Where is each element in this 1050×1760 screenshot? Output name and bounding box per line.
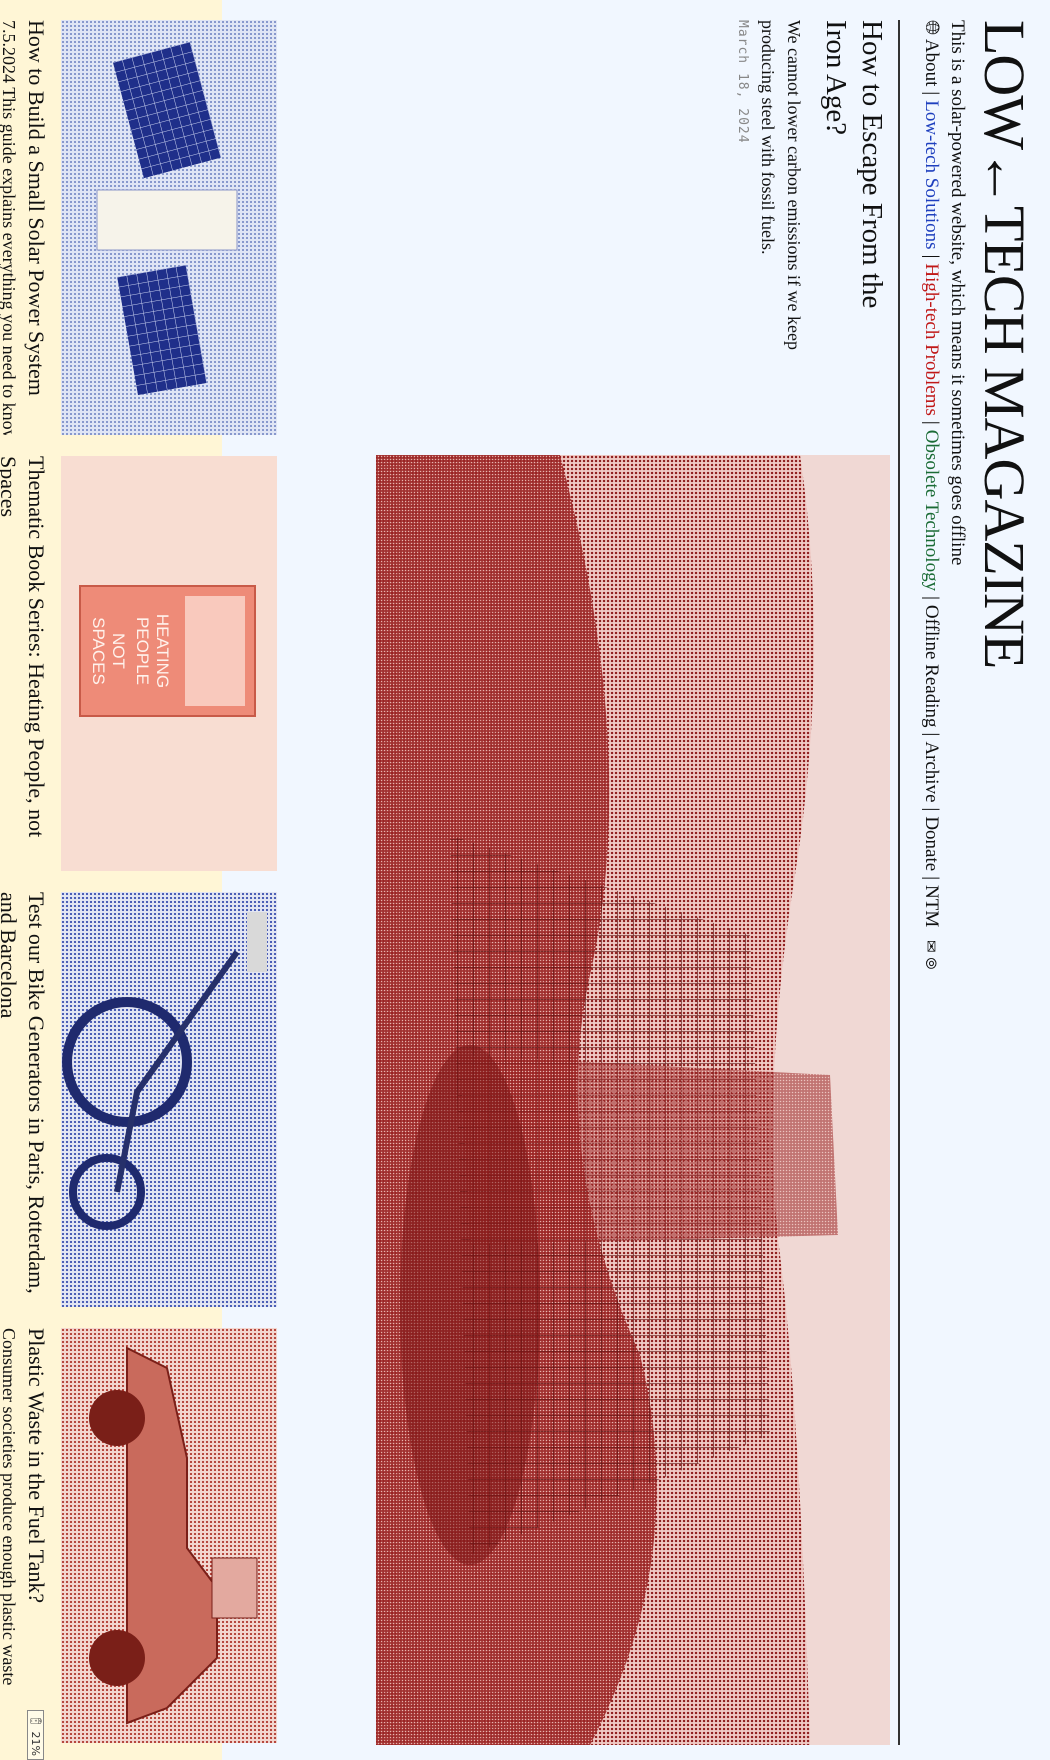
card-image-bike-generator[interactable] bbox=[61, 892, 277, 1307]
header-divider bbox=[898, 20, 900, 1745]
card-summary-plastic-waste: Consumer societies produce enough plasti… bbox=[0, 1328, 19, 1686]
battery-level-label: 21% bbox=[29, 1731, 42, 1756]
card-title-solar-system[interactable]: How to Build a Small Solar Power System bbox=[22, 20, 50, 435]
nav-archive[interactable]: Archive bbox=[921, 741, 942, 802]
card-image-plastic-fuel-car[interactable] bbox=[61, 1328, 277, 1743]
nav-donate[interactable]: Donate bbox=[921, 816, 942, 871]
nav-ntm[interactable]: NTM bbox=[921, 885, 942, 927]
site-nav: 🌐︎ About|Low-tech Solutions|High-tech Pr… bbox=[921, 20, 942, 970]
dithered-vintage-car-photo bbox=[61, 1328, 277, 1743]
nav-obsolete-technology[interactable]: Obsolete Technology bbox=[921, 430, 942, 591]
card-title-plastic-waste[interactable]: Plastic Waste in the Fuel Tank? bbox=[22, 1328, 50, 1743]
feature-article-date: March 18, 2024 bbox=[735, 20, 750, 144]
book-cover-illustration: HEATING PEOPLE NOT SPACES bbox=[61, 456, 277, 871]
svg-text:NOT: NOT bbox=[109, 633, 128, 669]
nav-low-tech-solutions[interactable]: Low-tech Solutions bbox=[921, 100, 942, 249]
dithered-bike-generator-photo bbox=[61, 892, 277, 1307]
feature-article-title[interactable]: How to Escape From the Iron Age? bbox=[818, 20, 890, 360]
nav-about[interactable]: About bbox=[921, 39, 942, 87]
card-summary-text: This guide explains everything you need … bbox=[0, 87, 19, 435]
site-tagline: This is a solar-powered website, which m… bbox=[947, 20, 968, 566]
card-image-solar-panels[interactable] bbox=[61, 20, 277, 435]
feature-article-image[interactable] bbox=[376, 455, 890, 1745]
rss-icon[interactable]: ⦾ bbox=[922, 957, 938, 969]
svg-text:PEOPLE: PEOPLE bbox=[133, 617, 152, 685]
card-summary-solar-system: 7.5.2024 This guide explains everything … bbox=[0, 20, 20, 435]
site-title[interactable]: LOW←TECH MAGAZINE bbox=[972, 20, 1037, 668]
svg-text:HEATING: HEATING bbox=[153, 614, 172, 688]
feature-article-summary: We cannot lower carbon emissions if we k… bbox=[758, 20, 804, 350]
page-content: LOW←TECH MAGAZINE This is a solar-powere… bbox=[0, 0, 1050, 1760]
battery-indicator[interactable]: 🔋︎ 21% bbox=[27, 1710, 44, 1760]
svg-text:SPACES: SPACES bbox=[89, 617, 108, 685]
newsletter-icon[interactable]: ✉︎ bbox=[922, 940, 938, 953]
dithered-open-pit-mine-photo bbox=[376, 455, 890, 1745]
card-date-solar-system: 7.5.2024 bbox=[0, 20, 19, 83]
nav-offline-reading[interactable]: Offline Reading bbox=[921, 605, 942, 728]
card-image-book-cover[interactable]: HEATING PEOPLE NOT SPACES bbox=[61, 456, 277, 871]
globe-icon[interactable]: 🌐︎ bbox=[921, 20, 942, 35]
card-title-bike-generators[interactable]: Test our Bike Generators in Paris, Rotte… bbox=[0, 892, 50, 1307]
nav-high-tech-problems[interactable]: High-tech Problems bbox=[921, 263, 942, 416]
card-title-book-series[interactable]: Thematic Book Series: Heating People, no… bbox=[0, 456, 50, 871]
dithered-solar-panel-photo bbox=[61, 20, 277, 435]
